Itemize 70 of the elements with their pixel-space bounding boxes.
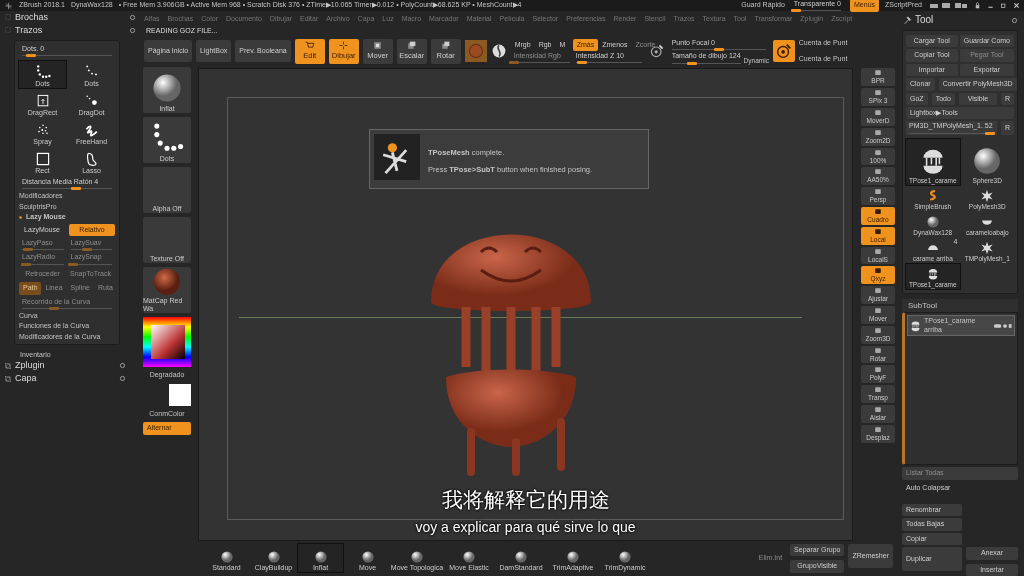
palette-icon bbox=[4, 361, 12, 370]
view-icon bbox=[873, 168, 883, 177]
slider-thumb[interactable] bbox=[23, 248, 34, 252]
sphere-icon bbox=[925, 214, 940, 229]
brush-sphere-icon bbox=[566, 549, 580, 564]
view-icon bbox=[873, 89, 883, 98]
secondary-color-swatch[interactable] bbox=[169, 383, 191, 406]
view-icon bbox=[873, 346, 883, 355]
view-icon bbox=[873, 148, 883, 157]
view-icon bbox=[873, 69, 883, 78]
brush-sphere-icon bbox=[462, 549, 476, 564]
layout-icons bbox=[928, 2, 968, 9]
slider-thumb[interactable] bbox=[508, 61, 519, 65]
color-picker[interactable] bbox=[143, 317, 191, 368]
toggle-icons bbox=[992, 322, 1013, 329]
palette-title[interactable]: Zplugin bbox=[15, 360, 45, 372]
bullet-icon bbox=[19, 215, 22, 219]
hammer-icon bbox=[903, 15, 912, 25]
slider-thumb[interactable] bbox=[82, 248, 93, 252]
view-icon bbox=[873, 128, 883, 137]
brush-sphere-icon bbox=[618, 549, 632, 564]
draw-size-button[interactable] bbox=[772, 40, 795, 63]
sphere-icon bbox=[150, 71, 184, 105]
view-icon bbox=[873, 326, 883, 335]
view-icon bbox=[873, 247, 883, 256]
palette-title[interactable]: Tool bbox=[915, 14, 934, 26]
slider-thumb[interactable] bbox=[577, 61, 588, 65]
brush-circle-icon bbox=[774, 42, 793, 61]
slider-thumb[interactable] bbox=[21, 262, 32, 266]
star-icon bbox=[980, 188, 995, 203]
subtitle-spanish: voy a explicar para qué sirve lo que bbox=[415, 519, 636, 536]
subtool-header[interactable]: SubTool bbox=[902, 298, 1018, 313]
slider-thumb[interactable] bbox=[713, 48, 724, 52]
pose-figure-icon bbox=[374, 134, 420, 181]
slider-thumb[interactable] bbox=[48, 306, 59, 310]
view-icon bbox=[873, 267, 883, 276]
slider-thumb[interactable] bbox=[26, 54, 36, 57]
slider-thumb[interactable] bbox=[687, 61, 698, 65]
brush-sphere-icon bbox=[266, 549, 281, 564]
brush-sphere-icon bbox=[313, 549, 328, 564]
slider-thumb[interactable] bbox=[71, 187, 81, 191]
star-icon bbox=[980, 240, 995, 255]
zbrush-logo-icon bbox=[4, 1, 13, 10]
palette-title[interactable]: Brochas bbox=[15, 12, 49, 23]
refresh-icon bbox=[1011, 16, 1018, 24]
brush-sphere-icon bbox=[410, 549, 424, 564]
material-swatch-icon bbox=[464, 40, 487, 63]
mode-icon bbox=[406, 39, 418, 51]
mode-icon bbox=[372, 39, 384, 51]
view-icon bbox=[873, 227, 883, 236]
brush-sphere-icon bbox=[360, 549, 375, 564]
close-icon bbox=[1013, 2, 1020, 9]
sphere-icon bbox=[490, 43, 507, 60]
slider-thumb[interactable] bbox=[67, 262, 78, 266]
view-icon bbox=[873, 425, 883, 434]
subtitle-chinese: 我将解释它的用途 bbox=[440, 486, 611, 512]
brush-sphere-icon bbox=[514, 549, 528, 564]
slider-thumb[interactable] bbox=[791, 9, 802, 13]
palette-icon bbox=[4, 374, 12, 383]
restore-icon bbox=[1000, 2, 1007, 9]
lock-icon bbox=[974, 2, 981, 9]
brush-sphere-icon bbox=[219, 549, 234, 564]
palette-title[interactable]: Capa bbox=[15, 373, 37, 385]
view-icon bbox=[873, 366, 883, 375]
mode-icon bbox=[304, 39, 316, 51]
slider-thumb[interactable] bbox=[984, 131, 995, 135]
mode-icon bbox=[338, 39, 350, 51]
mode-icon bbox=[440, 39, 452, 51]
palette-title[interactable]: Trazos bbox=[15, 24, 43, 36]
view-icon bbox=[873, 109, 883, 117]
